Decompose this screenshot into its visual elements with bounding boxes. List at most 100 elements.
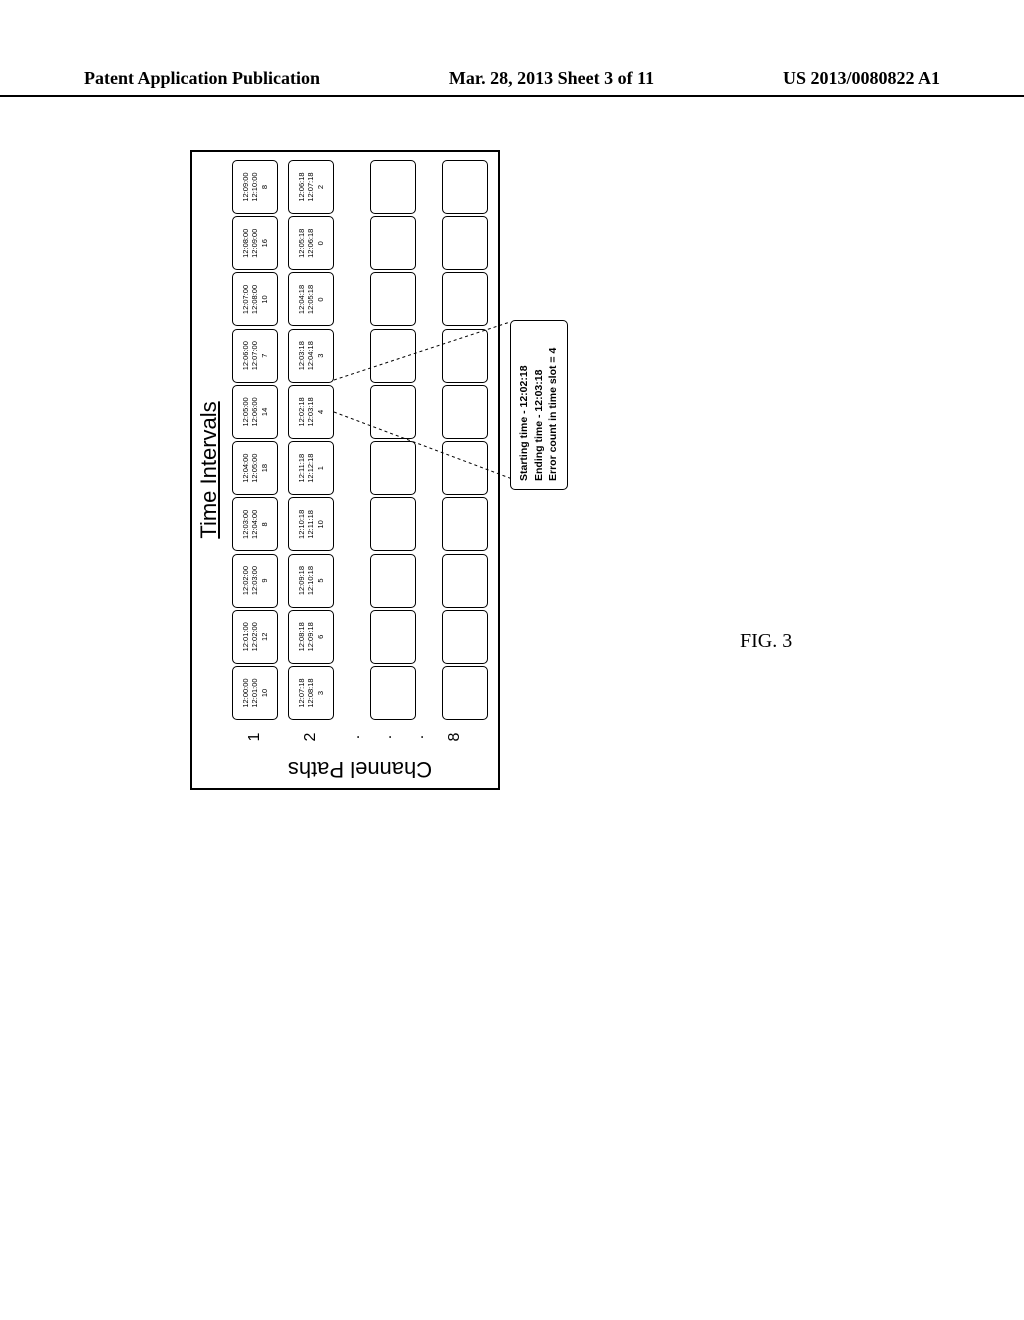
cell-count: 2	[316, 185, 325, 189]
interval-cell-empty	[442, 610, 488, 664]
interval-cell: 12:04:0012:05:0018	[232, 441, 278, 495]
row-label-8: 8	[432, 724, 478, 750]
interval-cell-empty	[442, 497, 488, 551]
interval-cell-empty	[370, 385, 416, 439]
cell-count: 3	[316, 691, 325, 695]
interval-cell: 12:05:0012:06:0014	[232, 385, 278, 439]
cell-end: 12:06:00	[250, 397, 259, 426]
cell-count: 9	[260, 578, 269, 582]
interval-cell: 12:11:1812:12:181	[288, 441, 334, 495]
interval-cell-empty	[370, 160, 416, 214]
page-header: Patent Application Publication Mar. 28, …	[0, 68, 1024, 97]
figure-rotated-stage: Time Intervals Channel Paths 1 2 . . . 8…	[190, 390, 830, 790]
cell-end: 12:05:00	[250, 454, 259, 483]
cell-start: 12:09:00	[241, 172, 250, 201]
cell-start: 12:05:18	[297, 229, 306, 258]
cell-start: 12:04:18	[297, 285, 306, 314]
interval-cell: 12:03:1812:04:183	[288, 329, 334, 383]
title-channel-paths: Channel Paths	[230, 754, 490, 784]
interval-cell-empty	[442, 329, 488, 383]
cell-count: 6	[316, 635, 325, 639]
interval-cell: 12:02:1812:03:184	[288, 385, 334, 439]
cell-count: 10	[260, 295, 269, 303]
callout-detail: Starting time - 12:02:18 Ending time - 1…	[510, 320, 568, 490]
channel-row-8	[442, 160, 488, 720]
cell-count: 0	[316, 241, 325, 245]
interval-cell-empty	[370, 554, 416, 608]
cell-start: 12:07:00	[241, 285, 250, 314]
cell-count: 10	[260, 689, 269, 697]
cell-end: 12:09:00	[250, 229, 259, 258]
cell-start: 12:08:00	[241, 229, 250, 258]
interval-cell: 12:07:1812:08:183	[288, 666, 334, 720]
cell-count: 10	[316, 520, 325, 528]
cell-start: 12:06:18	[297, 172, 306, 201]
cell-count: 12	[260, 633, 269, 641]
cell-start: 12:04:00	[241, 454, 250, 483]
interval-cell-empty	[370, 610, 416, 664]
row-labels: 1 2 . . . 8	[228, 724, 478, 750]
cell-start: 12:07:18	[297, 678, 306, 707]
cell-count: 1	[316, 466, 325, 470]
page: Patent Application Publication Mar. 28, …	[0, 0, 1024, 1320]
cell-start: 12:11:18	[297, 454, 306, 483]
interval-cell: 12:05:1812:06:180	[288, 216, 334, 270]
cell-end: 12:06:18	[306, 229, 315, 258]
cell-end: 12:12:18	[306, 454, 315, 483]
interval-cell: 12:03:0012:04:008	[232, 497, 278, 551]
cell-start: 12:05:00	[241, 397, 250, 426]
interval-cell-empty	[370, 666, 416, 720]
cell-count: 7	[260, 354, 269, 358]
row-label-dot: .	[346, 724, 364, 750]
interval-cell: 12:00:0012:01:0010	[232, 666, 278, 720]
cell-count: 8	[260, 185, 269, 189]
interval-cell: 12:01:0012:02:0012	[232, 610, 278, 664]
cell-end: 12:02:00	[250, 622, 259, 651]
cell-end: 12:10:18	[306, 566, 315, 595]
channel-row-mid	[370, 160, 416, 720]
interval-cell: 12:09:1812:10:185	[288, 554, 334, 608]
cell-count: 5	[316, 578, 325, 582]
interval-cell-empty	[442, 385, 488, 439]
interval-cell-empty	[442, 272, 488, 326]
cell-end: 12:04:00	[250, 510, 259, 539]
cell-end: 12:03:18	[306, 397, 315, 426]
cell-end: 12:01:00	[250, 678, 259, 707]
cell-start: 12:02:00	[241, 566, 250, 595]
interval-cell-empty	[442, 666, 488, 720]
cell-end: 12:09:18	[306, 622, 315, 651]
header-right: US 2013/0080822 A1	[783, 68, 940, 89]
cell-start: 12:01:00	[241, 622, 250, 651]
cell-start: 12:06:00	[241, 341, 250, 370]
row-label-1: 1	[232, 724, 278, 750]
interval-cell: 12:06:1812:07:182	[288, 160, 334, 214]
cell-start: 12:02:18	[297, 397, 306, 426]
title-channel-paths-text: Channel Paths	[288, 756, 432, 782]
cell-count: 4	[316, 410, 325, 414]
cell-end: 12:11:18	[306, 510, 315, 539]
figure-label: FIG. 3	[740, 630, 792, 653]
interval-cell: 12:04:1812:05:180	[288, 272, 334, 326]
callout-line-start: Starting time - 12:02:18	[517, 329, 532, 481]
cell-count: 3	[316, 354, 325, 358]
cell-end: 12:07:18	[306, 172, 315, 201]
interval-cell: 12:08:0012:09:0016	[232, 216, 278, 270]
interval-cell-empty	[370, 216, 416, 270]
cell-start: 12:00:00	[241, 678, 250, 707]
interval-cell-empty	[370, 329, 416, 383]
cell-start: 12:03:00	[241, 510, 250, 539]
row-label-2: 2	[288, 724, 334, 750]
cell-end: 12:04:18	[306, 341, 315, 370]
interval-cell: 12:07:0012:08:0010	[232, 272, 278, 326]
cell-count: 16	[260, 239, 269, 247]
row-label-dot3: .	[410, 724, 428, 750]
channel-row-1: 12:00:0012:01:0010 12:01:0012:02:0012 12…	[232, 160, 278, 720]
cell-end: 12:07:00	[250, 341, 259, 370]
cell-count: 0	[316, 297, 325, 301]
cell-end: 12:10:00	[250, 172, 259, 201]
row-label-dot2: .	[364, 724, 410, 750]
cell-end: 12:03:00	[250, 566, 259, 595]
callout-line-count: Error count in time slot = 4	[546, 329, 561, 481]
channel-row-2: 12:07:1812:08:183 12:08:1812:09:186 12:0…	[288, 160, 334, 720]
interval-cell-empty	[442, 216, 488, 270]
